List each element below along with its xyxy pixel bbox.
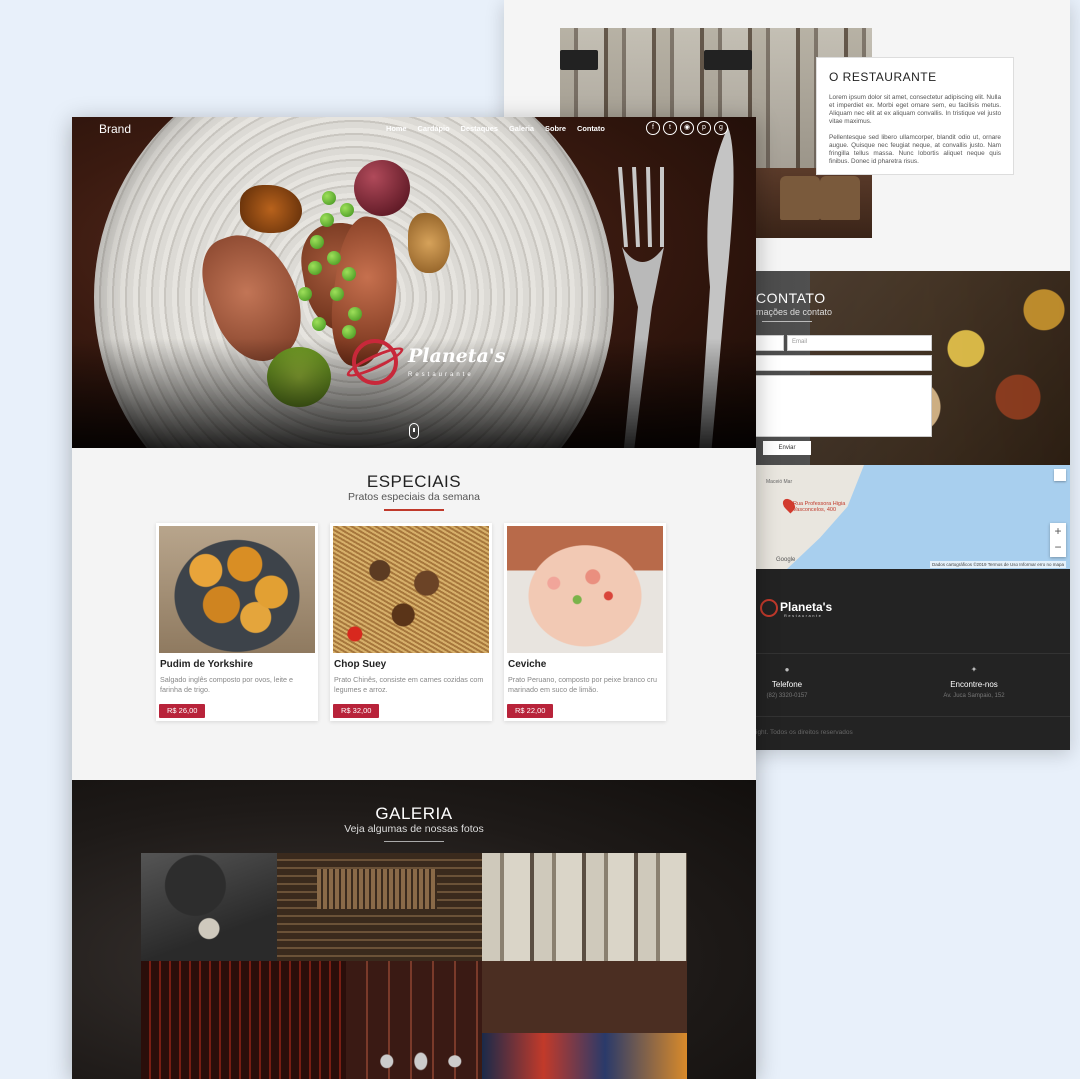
- footer-phone: ● Telefone (82) 3320-0157: [752, 665, 822, 699]
- street-view-icon[interactable]: [1054, 469, 1066, 481]
- nav-destaques[interactable]: Destaques: [461, 124, 498, 133]
- hero-section: Brand Home Cardápio Destaques Galeria So…: [72, 117, 756, 448]
- gallery-subtitle: Veja algumas de nossas fotos: [344, 823, 484, 835]
- special-card[interactable]: Chop Suey Prato Chinês, consiste em carn…: [330, 523, 492, 721]
- specials-section: ESPECIAIS Pratos especiais da semana Pud…: [72, 448, 756, 780]
- message-field[interactable]: [752, 375, 932, 437]
- gallery-divider: [384, 841, 444, 842]
- nav-home[interactable]: Home: [386, 124, 407, 133]
- twitter-icon[interactable]: t: [663, 121, 677, 135]
- ceviche-image: [507, 526, 663, 653]
- gallery-photo-glasses[interactable]: [346, 961, 482, 1079]
- special-card[interactable]: Pudim de Yorkshire Salgado inglês compos…: [156, 523, 318, 721]
- location-value: Av. Juca Sampaio, 152: [943, 693, 1005, 699]
- brand-link[interactable]: Brand: [99, 122, 131, 136]
- special-name: Pudim de Yorkshire: [160, 659, 253, 670]
- cherry-image: [354, 160, 410, 216]
- chat-icon: ●: [784, 665, 790, 674]
- gallery-photo-chef[interactable]: [141, 853, 277, 961]
- restaurant-paragraph-2: Pellentesque sed libero ullamcorper, bla…: [829, 134, 1001, 165]
- logo-tagline: Restaurante: [408, 372, 474, 378]
- gallery-photo-dining-room[interactable]: [482, 853, 687, 1033]
- google-plus-icon[interactable]: g: [714, 121, 728, 135]
- specials-subtitle: Pratos especiais da semana: [348, 491, 480, 503]
- map-area-label: Maceió Mar: [766, 479, 793, 485]
- name-field[interactable]: [752, 335, 784, 351]
- contact-title: CONTATO: [756, 290, 826, 306]
- gallery-photo-bar-lights[interactable]: [482, 1033, 687, 1079]
- facebook-icon[interactable]: f: [646, 121, 660, 135]
- phone-value: (82) 3320-0157: [766, 693, 808, 699]
- footer-logo: Planeta's Restaurante: [760, 599, 832, 618]
- instagram-icon[interactable]: ◉: [680, 121, 694, 135]
- price-badge[interactable]: R$ 22,00: [507, 704, 554, 718]
- specials-title: ESPECIAIS: [366, 472, 462, 491]
- nav-cardapio[interactable]: Cardápio: [418, 124, 450, 133]
- restaurant-title: O RESTAURANTE: [829, 70, 937, 84]
- gallery-photo-bar[interactable]: [277, 853, 482, 961]
- contact-divider: [762, 321, 812, 322]
- map-zoom-control[interactable]: + −: [1050, 523, 1066, 557]
- subject-field[interactable]: [752, 355, 932, 371]
- special-description: Prato Peruano, composto por peixe branco…: [508, 675, 658, 694]
- send-button[interactable]: Enviar: [763, 441, 811, 455]
- google-logo: Google: [776, 557, 796, 563]
- gallery-photo-wine-cellar[interactable]: [141, 961, 346, 1079]
- scroll-down-icon[interactable]: [409, 423, 419, 439]
- location-label: Encontre-nos: [950, 680, 998, 689]
- copyright-text: ight. Todos os direitos reservados: [756, 729, 853, 736]
- nav-sobre[interactable]: Sobre: [545, 124, 566, 133]
- logo-name: Planeta's: [408, 345, 506, 367]
- pushpin-icon: ✦: [970, 665, 978, 674]
- specials-divider: [384, 509, 444, 511]
- restaurant-paragraph-1: Lorem ipsum dolor sit amet, consectetur …: [829, 94, 1001, 125]
- footer-location: ✦ Encontre-nos Av. Juca Sampaio, 152: [924, 665, 1024, 699]
- price-badge[interactable]: R$ 32,00: [333, 704, 380, 718]
- top-navbar: Brand Home Cardápio Destaques Galeria So…: [72, 117, 756, 141]
- map-address-label: Rua Professora Higia Vasconcelos, 400: [793, 501, 846, 513]
- special-name: Ceviche: [508, 659, 547, 670]
- social-links: f t ◉ p g: [646, 121, 728, 135]
- front-page: Brand Home Cardápio Destaques Galeria So…: [72, 117, 756, 1079]
- zoom-in-button[interactable]: +: [1050, 523, 1066, 539]
- special-name: Chop Suey: [334, 659, 387, 670]
- nav-galeria[interactable]: Galeria: [509, 124, 534, 133]
- zoom-out-button[interactable]: −: [1050, 539, 1066, 555]
- main-nav: Home Cardápio Destaques Galeria Sobre Co…: [386, 124, 616, 133]
- gallery-section: GALERIA Veja algumas de nossas fotos: [72, 780, 756, 1079]
- pudim-image: [159, 526, 315, 653]
- planet-logo-icon: [760, 599, 778, 617]
- nav-contato[interactable]: Contato: [577, 124, 605, 133]
- chop-suey-image: [333, 526, 489, 653]
- email-field[interactable]: Email: [787, 335, 932, 351]
- special-card[interactable]: Ceviche Prato Peruano, composto por peix…: [504, 523, 666, 721]
- price-badge[interactable]: R$ 26,00: [159, 704, 206, 718]
- contact-subtitle: mações de contato: [756, 307, 833, 317]
- restaurant-card: O RESTAURANTE Lorem ipsum dolor sit amet…: [816, 57, 1014, 175]
- special-description: Prato Chinês, consiste em carnes cozidas…: [334, 675, 484, 694]
- phone-label: Telefone: [771, 680, 803, 689]
- special-description: Salgado inglês composto por ovos, leite …: [160, 675, 294, 694]
- pinterest-icon[interactable]: p: [697, 121, 711, 135]
- gallery-title: GALERIA: [375, 804, 453, 823]
- map-copyright[interactable]: Dados cartográficos ©2019 Termos de Uso …: [929, 561, 1066, 568]
